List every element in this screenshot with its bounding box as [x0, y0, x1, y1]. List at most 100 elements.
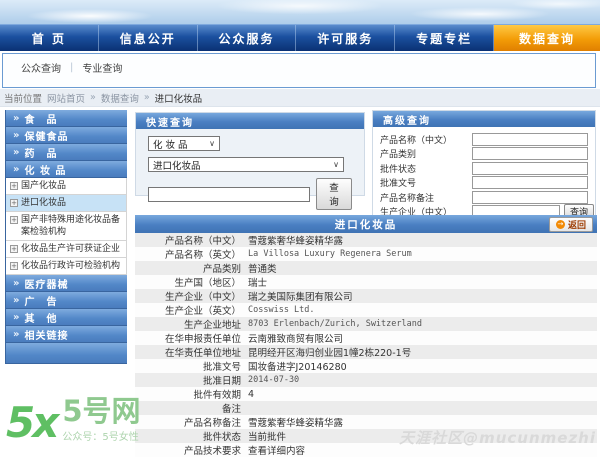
advanced-field-input[interactable] — [472, 132, 588, 146]
sidebar-item-label: 国产化妆品 — [21, 181, 67, 191]
advanced-field-label: 产品名称备注 — [380, 193, 435, 204]
subnav-item[interactable]: 公众查询 — [21, 60, 61, 75]
breadcrumb-item[interactable]: 网站首页 — [47, 91, 85, 105]
table-row: 产品类别 普通类 — [135, 261, 597, 275]
sidebar-section-header[interactable]: » 相关链接 — [6, 326, 127, 343]
sidebar-section-header[interactable]: » 医疗器械 — [6, 275, 127, 292]
row-label: 生产企业（中文） — [164, 292, 241, 303]
expand-icon: + — [10, 262, 18, 270]
advanced-field-input[interactable] — [472, 176, 588, 190]
detail-table-title: 进口化妆品 — [334, 218, 398, 231]
expand-icon: + — [10, 182, 18, 190]
detail-table: 进口化妆品 → 返回 产品名称（中文） 雪蔻紫奢华蜂姿精华露 产品名称（英文） La … — [135, 215, 597, 457]
sidebar-section-header[interactable]: » 化 妆 品 — [6, 161, 127, 178]
row-value: 昆明经开区海归创业园1幢2栋220-1号 — [248, 348, 412, 359]
row-label: 产品名称备注 — [183, 418, 241, 429]
quick-search-button[interactable]: 查询 — [316, 178, 352, 210]
sidebar: » 食 品» 保健食品» 药 品» 化 妆 品 + 国产化妆品 + 进口化妆品 + 国产非特殊用途化… — [5, 110, 127, 364]
logo-mark-icon: 5x — [6, 398, 59, 447]
quick-search-panel: 快速查询 化 妆 品 ∨ 进口化妆品 ∨ 查询 — [135, 112, 365, 210]
row-value: 雪蔻紫奢华蜂姿精华露 — [248, 236, 344, 247]
sidebar-section-header[interactable]: » 药 品 — [6, 144, 127, 161]
sidebar-section-header[interactable]: » 其 他 — [6, 309, 127, 326]
table-row: 批件有效期 4 — [135, 387, 597, 401]
subnav-items: 公众查询 | 专业查询 — [3, 54, 595, 75]
logo-right: 5号网 公众号：5号女性 — [62, 394, 141, 444]
row-label: 产品类别 — [202, 264, 241, 275]
category-select-value: 化 妆 品 — [153, 139, 188, 151]
sidebar-item[interactable]: + 国产非特殊用途化妆品备案检验机构 — [6, 212, 127, 241]
advanced-search-title: 高级查询 — [383, 115, 431, 127]
row-value: 云南雅致商贸有限公司 — [248, 334, 344, 345]
table-row: 生产企业（中文） 瑞之美国际集团有限公司 — [135, 289, 597, 303]
category-select[interactable]: 化 妆 品 ∨ — [148, 136, 220, 151]
advanced-field-input[interactable] — [472, 161, 588, 175]
sidebar-section-header[interactable]: » 广 告 — [6, 292, 127, 309]
chevron-down-icon: ∨ — [209, 139, 215, 148]
subnav-separator: | — [70, 62, 74, 73]
double-arrow-icon: » — [13, 277, 21, 289]
quick-search-row: 查询 — [148, 178, 352, 210]
advanced-search-row: 产品名称备注 — [373, 190, 595, 205]
nav-item[interactable]: 首 页 — [0, 25, 99, 51]
subnav-item[interactable]: 专业查询 — [82, 60, 122, 75]
row-label: 批准文号 — [202, 362, 241, 373]
sidebar-item[interactable]: + 进口化妆品 — [6, 195, 127, 212]
table-row: 在华申报责任单位 云南雅致商贸有限公司 — [135, 331, 597, 345]
breadcrumb-prefix: 当前位置 — [4, 93, 43, 105]
sidebar-item-label: 化妆品生产许可获证企业 — [21, 244, 121, 254]
breadcrumb-items: 网站首页 » 数据查询 » 进口化妆品 — [47, 91, 202, 105]
expand-icon: + — [10, 245, 18, 253]
sidebar-section-label: 食 品 — [24, 114, 58, 126]
nav-item[interactable]: 信息公开 — [99, 25, 198, 51]
breadcrumb-separator-icon: » — [90, 92, 96, 103]
watermark: 天涯社区@mucunmezhi — [399, 429, 596, 447]
table-row: 生产企业（英文） Cosswiss Ltd. — [135, 303, 597, 317]
row-label: 生产国（地区） — [174, 278, 241, 289]
nav-item[interactable]: 专题专栏 — [395, 25, 494, 51]
type-select-value: 进口化妆品 — [153, 160, 201, 172]
double-arrow-icon: » — [13, 328, 21, 340]
advanced-field-label: 产品名称（中文） — [380, 135, 453, 146]
breadcrumb-item[interactable]: 数据查询 — [101, 91, 139, 105]
sidebar-item-label: 进口化妆品 — [21, 198, 67, 208]
sidebar-section-label: 相关链接 — [24, 330, 69, 342]
logo-text: 5号网 — [62, 394, 141, 428]
advanced-search-row: 产品名称（中文） — [373, 132, 595, 147]
sidebar-section-label: 保健食品 — [24, 131, 69, 143]
double-arrow-icon: » — [13, 311, 21, 323]
type-select[interactable]: 进口化妆品 ∨ — [148, 157, 344, 172]
row-label: 批准日期 — [202, 376, 241, 387]
row-value: Cosswiss Ltd. — [248, 305, 315, 315]
sidebar-item-label: 国产非特殊用途化妆品备案检验机构 — [21, 215, 121, 237]
row-label: 生产企业（英文） — [164, 306, 241, 317]
keyword-input[interactable] — [148, 186, 311, 202]
double-arrow-icon: » — [13, 146, 21, 158]
breadcrumb-item: 进口化妆品 — [154, 93, 203, 105]
sidebar-section-label: 医疗器械 — [24, 279, 69, 291]
sidebar-item[interactable]: + 化妆品行政许可检验机构 — [6, 258, 127, 275]
nav-item[interactable]: 许可服务 — [296, 25, 396, 51]
sidebar-section-label: 化 妆 品 — [24, 165, 67, 177]
expand-icon: + — [10, 199, 18, 207]
nav-item[interactable]: 公众服务 — [198, 25, 297, 51]
sidebar-section-header[interactable]: » 保健食品 — [6, 127, 127, 144]
nav-item[interactable]: 数据查询 — [493, 25, 600, 51]
detail-table-header: 进口化妆品 → 返回 — [135, 215, 597, 233]
quick-search-body: 化 妆 品 ∨ 进口化妆品 ∨ 查询 — [136, 129, 364, 210]
advanced-search-row: 批准文号 — [373, 176, 595, 191]
row-value: 瑞之美国际集团有限公司 — [248, 292, 353, 303]
sidebar-item[interactable]: + 国产化妆品 — [6, 178, 127, 195]
advanced-field-input[interactable] — [472, 190, 588, 204]
sidebar-item[interactable]: + 化妆品生产许可获证企业 — [6, 241, 127, 258]
row-value: 瑞士 — [248, 278, 268, 289]
sidebar-section-header[interactable]: » 食 品 — [6, 110, 127, 127]
back-button[interactable]: → 返回 — [548, 217, 593, 232]
advanced-search-row: 批件状态 — [373, 161, 595, 176]
advanced-field-input[interactable] — [472, 147, 588, 161]
table-row: 批准日期 2014-07-30 — [135, 373, 597, 387]
table-row: 批准文号 国妆备进字J20146280 — [135, 359, 597, 373]
breadcrumb: 当前位置 网站首页 » 数据查询 » 进口化妆品 — [0, 89, 600, 107]
logo-slogan: 公众号：5号女性 — [62, 432, 139, 443]
advanced-search-header: 高级查询 — [373, 111, 595, 127]
